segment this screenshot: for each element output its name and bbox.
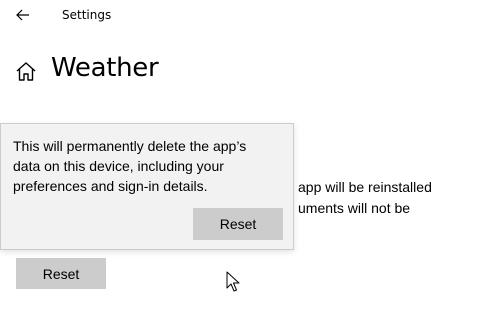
back-button[interactable] [11,5,35,25]
page-title: Weather [51,53,159,83]
back-arrow-icon [16,9,29,21]
reset-confirmation-flyout: This will permanently delete the app’s d… [0,123,294,250]
mouse-pointer-icon [226,271,240,292]
settings-window: Settings Weather app will be reinstalled… [0,0,479,326]
confirm-reset-button[interactable]: Reset [193,208,283,240]
home-icon [16,62,36,81]
flyout-message-line: data on this device, including your [13,158,224,174]
reset-description: app will be reinstalled uments will not … [298,177,479,219]
flyout-message-line: This will permanently delete the app’s [13,138,247,154]
reset-description-line: uments will not be [298,200,411,216]
app-title: Settings [62,8,112,22]
reset-description-line: app will be reinstalled [298,179,432,195]
reset-button[interactable]: Reset [16,258,106,289]
flyout-message: This will permanently delete the app’s d… [13,136,289,196]
flyout-message-line: preferences and sign-in details. [13,178,208,194]
